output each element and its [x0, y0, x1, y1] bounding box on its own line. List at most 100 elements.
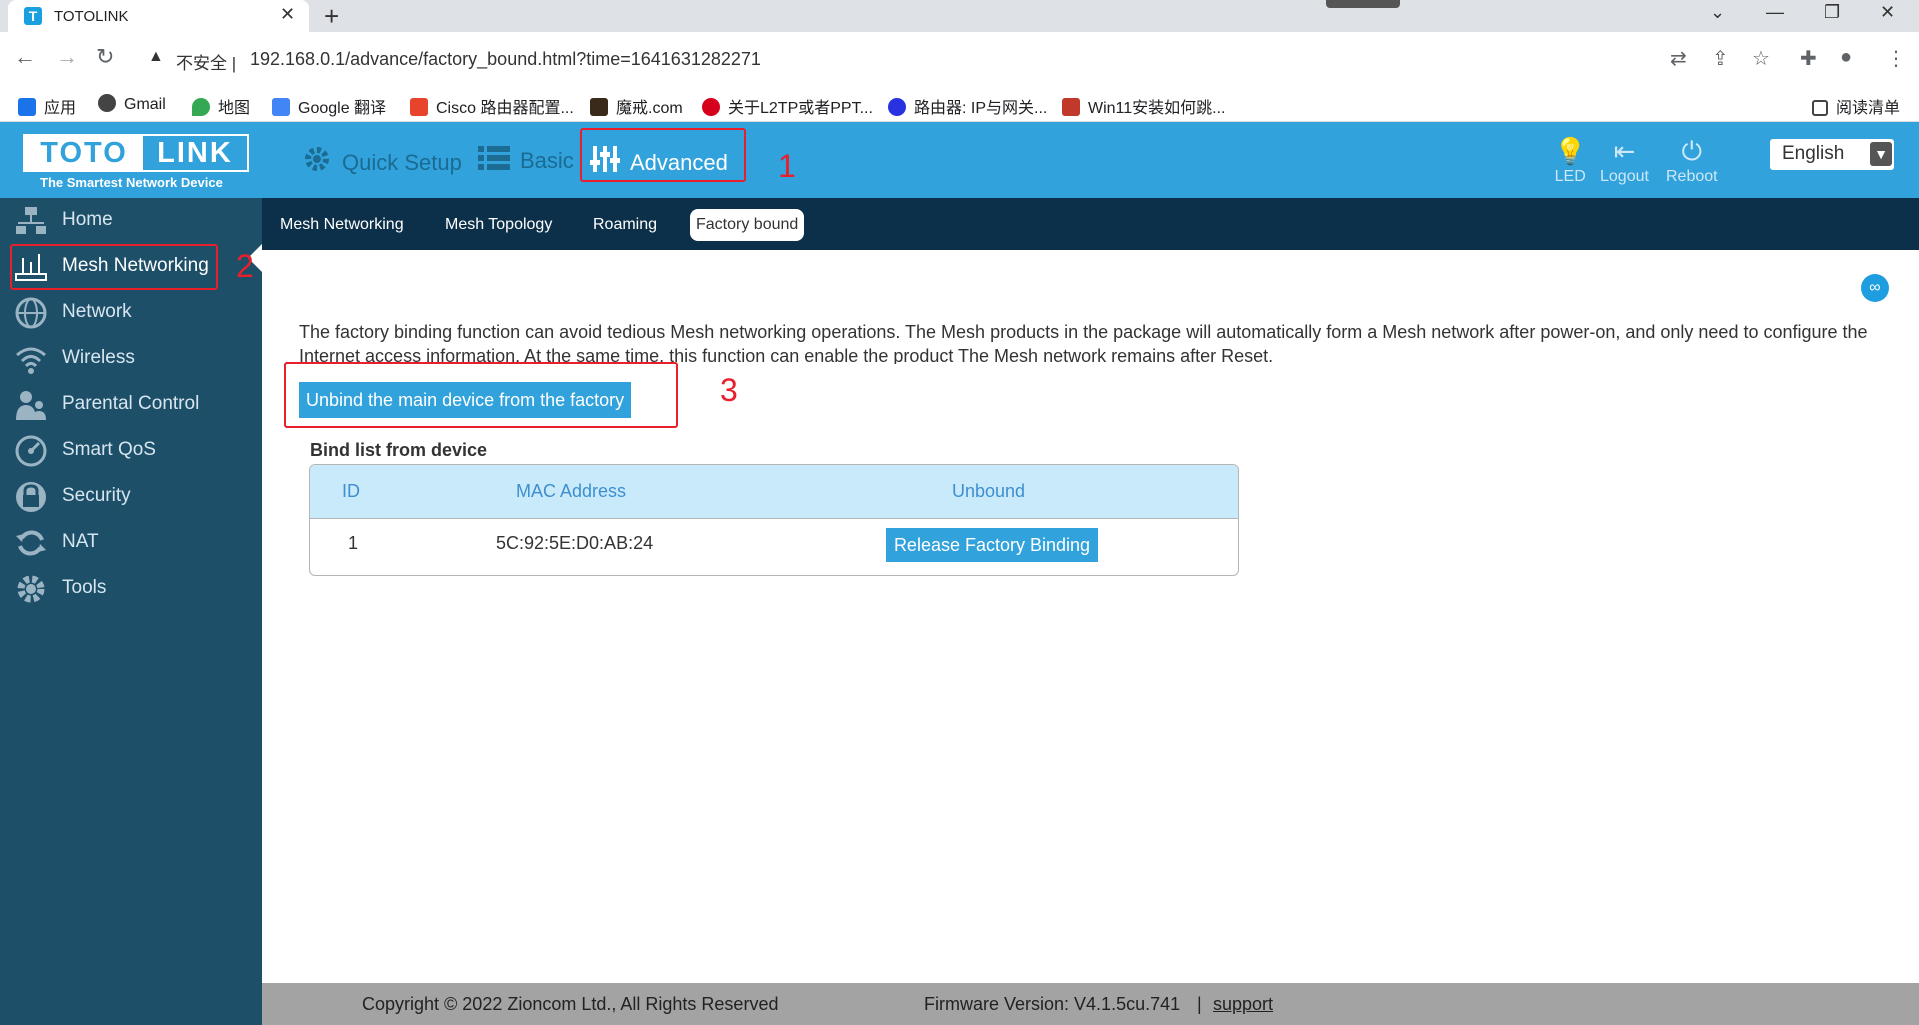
- factory-binding-description: The factory binding function can avoid t…: [299, 322, 1868, 364]
- translate-icon[interactable]: ⇄: [1670, 46, 1687, 71]
- home-network-icon: [16, 207, 46, 234]
- tab-search-chevron-icon[interactable]: ⌄: [1710, 2, 1725, 23]
- bookmark-gmail[interactable]: Gmail: [98, 94, 166, 114]
- url-text[interactable]: 192.168.0.1/advance/factory_bound.html?t…: [250, 49, 761, 70]
- browser-tabstrip: T TOTOLINK ✕ + ⌄ — ❐ ✕: [0, 0, 1919, 32]
- firmware-version: Firmware Version: V4.1.5cu.741: [924, 994, 1181, 1014]
- reading-list[interactable]: 阅读清单: [1812, 94, 1900, 118]
- footer-separator: |: [1197, 994, 1202, 1014]
- sidebar-item-home[interactable]: Home: [0, 198, 262, 244]
- router-header: TOTO LINK The Smartest Network Device Qu…: [0, 122, 1919, 198]
- forward-icon[interactable]: →: [56, 44, 78, 70]
- table-header: ID MAC Address Unbound: [310, 465, 1238, 519]
- back-icon[interactable]: ←: [14, 44, 36, 70]
- globe-icon: [15, 297, 47, 329]
- subnav-tabs: Mesh Networking Mesh Topology Roaming Fa…: [262, 198, 1919, 250]
- reading-list-icon: [1812, 100, 1828, 116]
- globe-icon: [98, 94, 116, 112]
- lock-icon: [16, 482, 46, 512]
- bookmark-l2tp[interactable]: 关于L2TP或者PPT...: [702, 94, 873, 118]
- tab-mesh-networking[interactable]: Mesh Networking: [274, 209, 410, 241]
- tab-title: TOTOLINK: [54, 8, 129, 25]
- ring-icon: [590, 98, 608, 116]
- reload-icon[interactable]: ↻: [96, 44, 114, 70]
- minimize-icon[interactable]: —: [1766, 2, 1784, 23]
- huawei-icon: [702, 98, 720, 116]
- sidebar-item-parental-control[interactable]: Parental Control: [0, 382, 262, 428]
- row-mac: 5C:92:5E:D0:AB:24: [496, 533, 654, 553]
- bookmark-mojie[interactable]: 魔戒.com: [590, 94, 683, 118]
- gauge-icon: [15, 435, 47, 467]
- sidebar-item-nat[interactable]: NAT: [0, 520, 262, 566]
- sidebar-item-network[interactable]: Network: [0, 290, 262, 336]
- bookmark-translate[interactable]: Google 翻译: [272, 94, 386, 118]
- window-close-icon[interactable]: ✕: [1880, 2, 1895, 23]
- nav-quick-setup[interactable]: Quick Setup: [302, 144, 462, 180]
- tab-factory-bound[interactable]: Factory bound: [690, 209, 805, 241]
- support-link[interactable]: support: [1213, 994, 1273, 1015]
- wifi-icon: [16, 347, 46, 374]
- tab-mesh-topology[interactable]: Mesh Topology: [439, 209, 558, 241]
- totolink-logo: TOTO LINK: [23, 134, 249, 172]
- apps-grid-icon: [18, 98, 36, 116]
- logout-icon: ⇤: [1613, 136, 1636, 166]
- sidebar-item-smart-qos[interactable]: Smart QoS: [0, 428, 262, 474]
- sidebar-item-tools[interactable]: Tools: [0, 566, 262, 612]
- omnibox[interactable]: ▲ 不安全 | 192.168.0.1/advance/factory_boun…: [132, 40, 1692, 78]
- header-id: ID: [342, 481, 360, 501]
- sidebar-item-wireless[interactable]: Wireless: [0, 336, 262, 382]
- bookmark-apps[interactable]: 应用: [18, 94, 76, 118]
- row-id: 1: [348, 533, 359, 553]
- annotation-box-mesh-networking: [10, 244, 218, 290]
- baidu-paw-icon: [888, 98, 906, 116]
- profile-icon[interactable]: ●: [1840, 46, 1852, 69]
- new-tab-icon[interactable]: +: [324, 1, 339, 32]
- star-icon[interactable]: ☆: [1752, 46, 1770, 71]
- bookmark-cisco[interactable]: Cisco 路由器配置...: [410, 94, 574, 118]
- led-bulb-icon: 💡: [1554, 136, 1587, 166]
- chevron-down-icon: ▼: [1870, 142, 1892, 166]
- annotation-box-advanced: [580, 128, 746, 182]
- language-select[interactable]: English ▼: [1770, 139, 1894, 170]
- bind-list-title: Bind list from device: [310, 440, 488, 460]
- maps-pin-icon: [192, 98, 210, 116]
- bookmark-router-ip[interactable]: 路由器: IP与网关...: [888, 94, 1047, 118]
- bookmark-win11[interactable]: Win11安装如何跳...: [1062, 94, 1226, 118]
- list-icon: [478, 144, 510, 178]
- power-icon: ⏻: [1681, 136, 1703, 166]
- tab-close-icon[interactable]: ✕: [280, 4, 295, 25]
- header-mac-address: MAC Address: [516, 481, 627, 501]
- annotation-number-1: 1: [778, 148, 796, 184]
- sidebar-item-security[interactable]: Security: [0, 474, 262, 520]
- nav-basic[interactable]: Basic: [478, 144, 574, 178]
- sidebar: Home Mesh Networking Network Wireless Pa…: [0, 198, 262, 1025]
- bookmark-jian-icon: [410, 98, 428, 116]
- address-bar-row: ← → ↻ ▲ 不安全 | 192.168.0.1/advance/factor…: [0, 32, 1919, 86]
- reboot-button[interactable]: ⏻ Reboot: [1666, 136, 1718, 186]
- tab-roaming[interactable]: Roaming: [587, 209, 663, 241]
- annotation-number-2: 2: [236, 248, 254, 284]
- copyright-text: Copyright © 2022 Zioncom Ltd., All Right…: [362, 994, 779, 1014]
- logout-button[interactable]: ⇤ Logout: [1600, 136, 1649, 186]
- main-content: ∞ The factory binding function can avoid…: [262, 250, 1919, 983]
- header-unbound: Unbound: [952, 481, 1026, 501]
- share-icon[interactable]: ⇪: [1712, 46, 1729, 71]
- insecure-label: 不安全 |: [176, 54, 237, 73]
- extensions-icon[interactable]: ✚: [1800, 46, 1817, 71]
- bookmarks-bar: 应用 Gmail 地图 Google 翻译 Cisco 路由器配置... 魔戒.…: [0, 86, 1919, 122]
- warning-icon[interactable]: ▲: [148, 48, 164, 66]
- menu-kebab-icon[interactable]: ⋮: [1886, 46, 1906, 71]
- led-toggle[interactable]: 💡 LED: [1554, 136, 1586, 186]
- restore-icon[interactable]: ❐: [1824, 2, 1840, 23]
- browser-tab[interactable]: T TOTOLINK ✕: [8, 0, 309, 32]
- release-factory-binding-button[interactable]: Release Factory Binding: [886, 528, 1098, 562]
- bind-list-table: ID MAC Address Unbound 1 5C:92:5E:D0:AB:…: [309, 464, 1239, 576]
- footer: Copyright © 2022 Zioncom Ltd., All Right…: [262, 983, 1919, 1025]
- link-icon[interactable]: ∞: [1861, 274, 1889, 302]
- bookmark-maps[interactable]: 地图: [192, 94, 250, 118]
- gear-icon: [302, 144, 332, 180]
- window-grip: [1326, 0, 1400, 8]
- parental-icon: [16, 391, 46, 420]
- totolink-favicon-icon: T: [24, 7, 42, 25]
- annotation-number-3: 3: [720, 372, 738, 408]
